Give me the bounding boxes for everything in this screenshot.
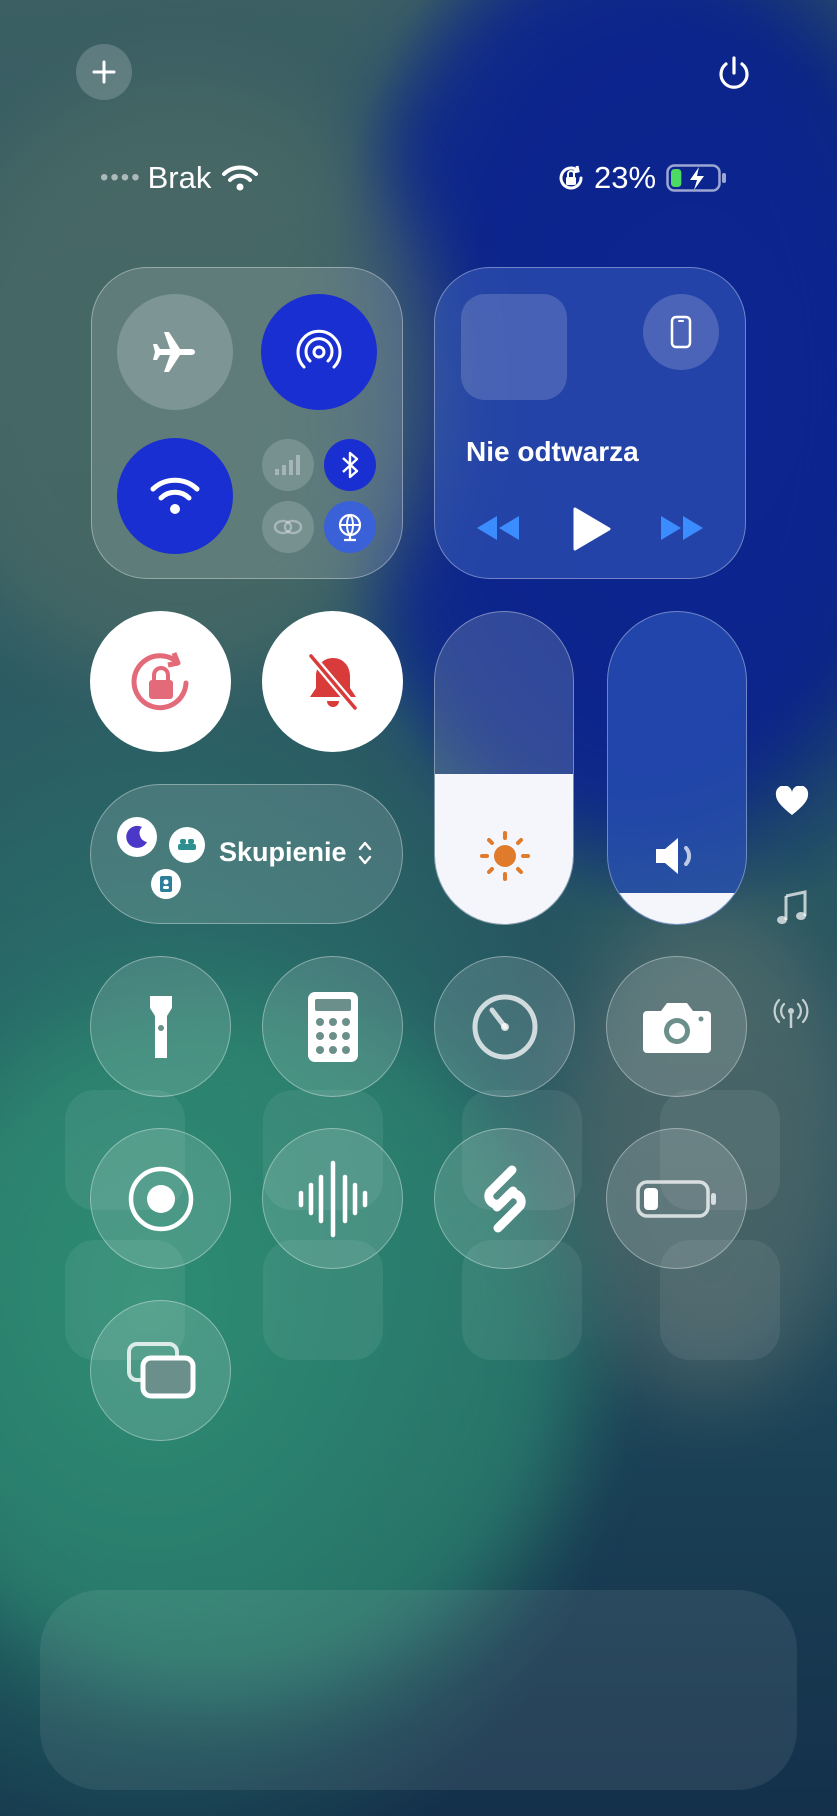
heart-icon xyxy=(775,786,809,816)
focus-id-badge xyxy=(151,869,181,899)
status-right: 23% xyxy=(556,160,728,196)
rewind-button[interactable] xyxy=(475,514,521,542)
chevron-up-down-icon xyxy=(357,839,373,867)
battery-charging-icon xyxy=(666,163,728,193)
music-note-icon xyxy=(775,890,807,926)
screen-record-button[interactable] xyxy=(90,1128,231,1269)
battery-percent: 23% xyxy=(594,160,657,195)
flashlight-button[interactable] xyxy=(90,956,231,1097)
rewind-icon xyxy=(475,514,521,542)
bed-icon xyxy=(176,836,198,854)
voice-memo-button[interactable] xyxy=(262,1128,403,1269)
brightness-slider[interactable] xyxy=(434,611,574,925)
ghost-dock xyxy=(40,1590,797,1790)
focus-bed-badge xyxy=(169,827,205,863)
carrier-label: Brak xyxy=(147,160,212,195)
airdrop-icon xyxy=(293,326,345,378)
wifi-toggle[interactable] xyxy=(117,438,233,554)
shazam-button[interactable] xyxy=(434,1128,575,1269)
orientation-lock-icon xyxy=(122,643,200,721)
album-art-placeholder xyxy=(461,294,567,400)
fast-forward-button[interactable] xyxy=(659,514,705,542)
screen-mirroring-icon xyxy=(125,1340,197,1402)
now-playing-title: Nie odtwarza xyxy=(466,436,639,467)
cellular-data-toggle[interactable] xyxy=(262,439,314,491)
volume-slider[interactable] xyxy=(607,611,747,925)
airplane-mode-toggle[interactable] xyxy=(117,294,233,410)
volume-fill xyxy=(608,892,746,924)
status-left: •••• Brak xyxy=(100,160,259,196)
airdrop-toggle[interactable] xyxy=(261,294,377,410)
hotspot-icon xyxy=(273,516,303,538)
wifi-icon xyxy=(221,164,259,192)
play-button[interactable] xyxy=(571,506,611,552)
cellular-icon xyxy=(274,454,302,476)
sun-icon xyxy=(479,830,531,882)
iphone-icon xyxy=(670,315,692,349)
wifi-icon xyxy=(149,474,201,518)
personal-hotspot-toggle[interactable] xyxy=(262,501,314,553)
play-icon xyxy=(571,506,611,552)
power-icon xyxy=(712,52,756,96)
focus-label: Skupienie xyxy=(219,837,347,867)
speaker-icon xyxy=(652,834,704,878)
bluetooth-toggle[interactable] xyxy=(324,439,376,491)
signal-dots: •••• xyxy=(100,164,142,191)
globe-icon xyxy=(335,512,365,542)
plus-icon xyxy=(91,59,117,85)
silent-mode-toggle[interactable] xyxy=(262,611,403,752)
calculator-icon xyxy=(306,990,360,1064)
focus-button[interactable]: Skupienie xyxy=(90,784,403,924)
screen-record-icon xyxy=(126,1164,196,1234)
camera-icon xyxy=(641,999,713,1055)
audio-output-button[interactable] xyxy=(643,294,719,370)
shazam-icon xyxy=(470,1162,540,1236)
connectivity-tile xyxy=(91,267,403,579)
low-power-battery-icon xyxy=(635,1179,718,1219)
vpn-toggle[interactable] xyxy=(324,501,376,553)
low-power-mode-button[interactable] xyxy=(606,1128,747,1269)
camera-button[interactable] xyxy=(606,956,747,1097)
orientation-lock-toggle[interactable] xyxy=(90,611,231,752)
calculator-button[interactable] xyxy=(262,956,403,1097)
flashlight-icon xyxy=(146,992,176,1062)
timer-icon xyxy=(470,992,540,1062)
badge-icon xyxy=(158,875,174,893)
add-control-button[interactable] xyxy=(76,44,132,100)
bell-slash-icon xyxy=(301,650,365,714)
now-playing-tile[interactable]: Nie odtwarza xyxy=(434,267,746,579)
voice-memo-icon xyxy=(295,1159,371,1239)
bluetooth-icon xyxy=(339,450,361,480)
focus-moon-badge xyxy=(117,817,157,857)
orientation-lock-icon xyxy=(556,163,586,193)
moon-icon xyxy=(124,824,150,850)
power-button[interactable] xyxy=(712,52,756,96)
antenna-icon xyxy=(773,998,809,1030)
airplane-icon xyxy=(149,326,201,378)
timer-button[interactable] xyxy=(434,956,575,1097)
fast-forward-icon xyxy=(659,514,705,542)
screen-mirroring-button[interactable] xyxy=(90,1300,231,1441)
